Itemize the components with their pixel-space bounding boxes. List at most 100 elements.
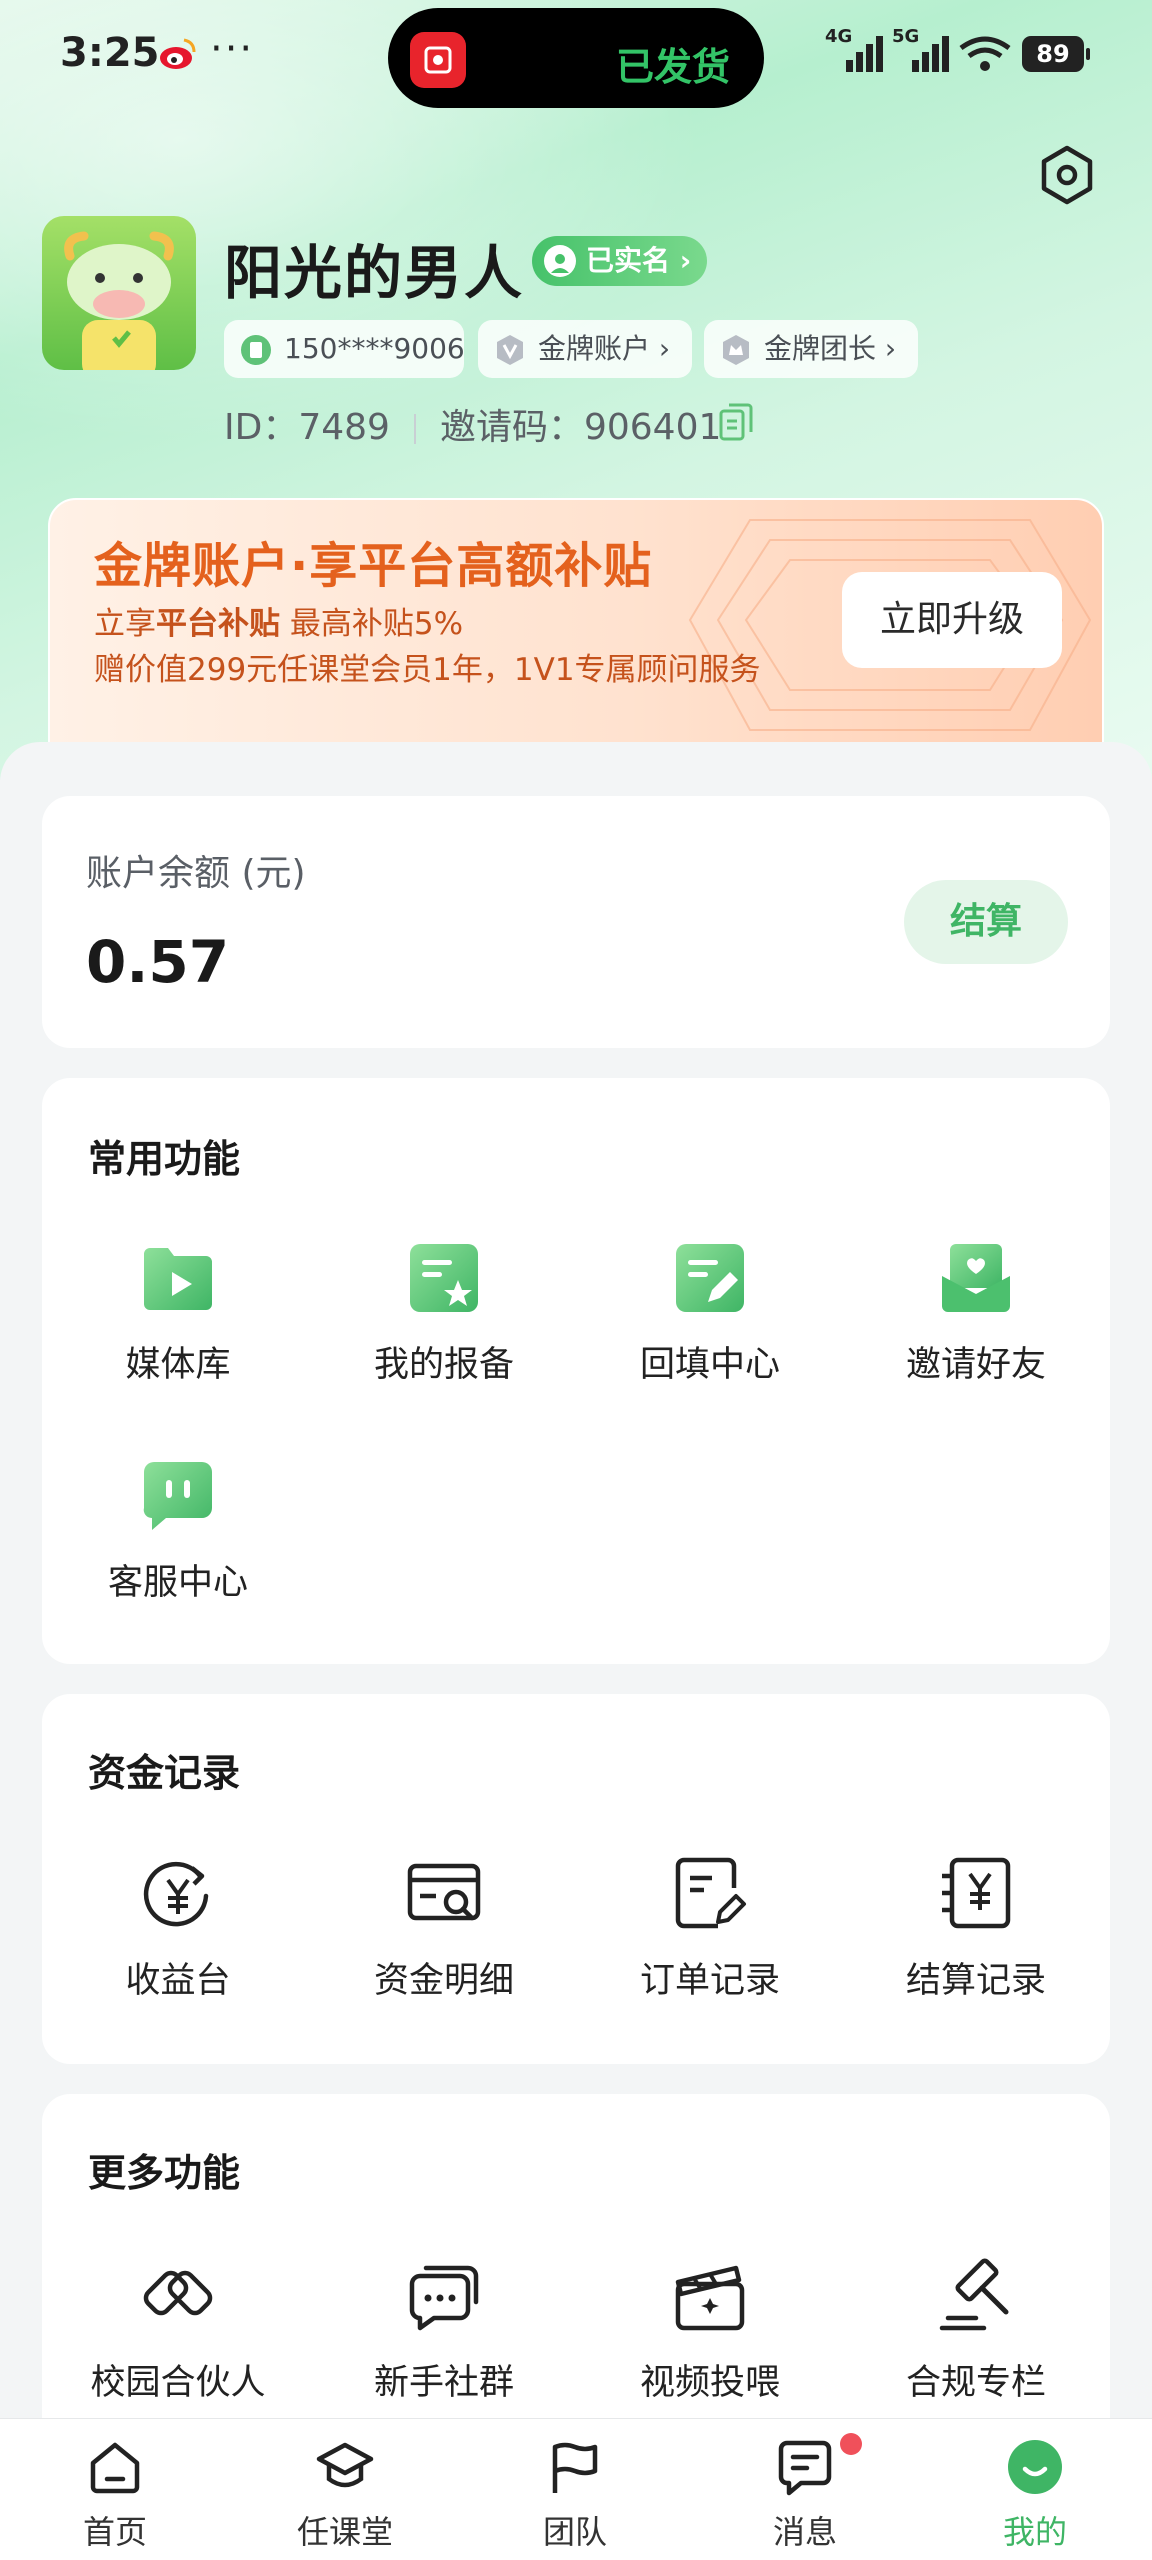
- shop-app-icon: [410, 32, 466, 88]
- tile-label: 收益台: [125, 1961, 231, 2001]
- media-folder-icon: [144, 1248, 212, 1310]
- report-star-icon: [410, 1244, 478, 1312]
- crown-icon: [723, 335, 749, 365]
- home-icon: [90, 2442, 140, 2494]
- balance-card: 账户余额 (元) 0.57 结算: [42, 796, 1110, 1048]
- section-title: 资金记录: [88, 1751, 241, 1795]
- v-shield-icon: [497, 335, 523, 365]
- section-title: 常用功能: [88, 1137, 241, 1181]
- chevron-right-icon: ›: [650, 332, 671, 365]
- tile-label: 客服中心: [107, 1563, 248, 1603]
- island-status-text: 已发货: [615, 45, 730, 89]
- nav-mine[interactable]: 我的: [920, 2419, 1150, 2560]
- user-nickname: 阳光的男人: [224, 239, 525, 307]
- tile-settlement-records[interactable]: 结算记录: [856, 1856, 1096, 2026]
- phone-chip: 150****9006: [224, 320, 465, 378]
- copy-icon[interactable]: [718, 402, 754, 442]
- tile-label: 我的报备: [373, 1345, 514, 1385]
- tile-order-records[interactable]: 订单记录: [590, 1856, 830, 2026]
- tile-campus-partner[interactable]: 校园合伙人: [58, 2258, 298, 2428]
- tile-label: 媒体库: [125, 1345, 231, 1385]
- flag-icon: [552, 2442, 598, 2493]
- promo-subtitle: 立享平台补贴 最高补贴5%: [94, 598, 463, 643]
- tile-label: 新手社群: [373, 2363, 514, 2403]
- tile-label: 合规专栏: [905, 2363, 1046, 2403]
- id-invite-line: ID：7489 邀请码：906401: [224, 398, 721, 450]
- tile-label: 邀请好友: [905, 1345, 1046, 1385]
- user-id: ID：7489: [224, 407, 390, 448]
- chevron-right-icon: ›: [670, 244, 692, 277]
- nav-label: 团队: [542, 2513, 607, 2551]
- graduation-cap-icon: [316, 2442, 374, 2488]
- tile-customer-service[interactable]: 客服中心: [58, 1458, 298, 1628]
- promo-sub-suffix: 最高补贴5%: [280, 606, 464, 642]
- tile-invite-friends[interactable]: 邀请好友: [856, 1240, 1096, 1410]
- avatar[interactable]: [42, 216, 196, 370]
- status-bar: 3:25 ··· 已发货 4G 5G 89: [0, 0, 1152, 110]
- section-title: 更多功能: [88, 2151, 241, 2195]
- verified-label: 已实名: [586, 244, 671, 277]
- promo-sub-bold: 平台补贴: [156, 606, 280, 642]
- battery-indicator: 89: [1022, 36, 1090, 72]
- chevron-right-icon: ›: [876, 332, 897, 365]
- phone-number: 150****9006: [284, 332, 465, 365]
- nav-messages[interactable]: 消息: [690, 2419, 920, 2560]
- tile-video-feed[interactable]: 视频投喂: [590, 2258, 830, 2428]
- tile-newbie-community[interactable]: 新手社群: [324, 2258, 564, 2428]
- yuan-refresh-icon: [143, 1861, 209, 1927]
- nav-label: 首页: [82, 2513, 147, 2551]
- order-edit-icon: [675, 1857, 746, 1929]
- edit-document-icon: [676, 1244, 744, 1312]
- nav-home[interactable]: 首页: [0, 2419, 230, 2560]
- tile-label: 结算记录: [905, 1961, 1046, 2001]
- weibo-icon: [160, 38, 196, 69]
- upgrade-button[interactable]: 立即升级: [842, 572, 1062, 668]
- gold-account-promo-banner[interactable]: 金牌账户·享平台高额补贴 立享平台补贴 最高补贴5% 赠价值299元任课堂会员1…: [48, 498, 1104, 762]
- tile-earnings[interactable]: 收益台: [58, 1856, 298, 2026]
- signal-icon: [846, 36, 883, 72]
- tile-backfill-center[interactable]: 回填中心: [590, 1240, 830, 1410]
- fund-records-card: 资金记录 收益台 资金明细 订单记录 结算记录: [42, 1694, 1110, 2064]
- wifi-icon: [959, 36, 1011, 71]
- phone-icon: [241, 335, 271, 365]
- nav-classroom[interactable]: 任课堂: [230, 2419, 460, 2560]
- tile-label: 回填中心: [639, 1345, 780, 1385]
- gold-leader-chip[interactable]: 金牌团长 ›: [704, 320, 918, 378]
- tile-media-library[interactable]: 媒体库: [58, 1240, 298, 1410]
- promo-title: 金牌账户·享平台高额补贴: [94, 538, 653, 594]
- settle-button[interactable]: 结算: [904, 880, 1068, 964]
- cow-mascot-icon: [64, 231, 174, 370]
- tile-label: 资金明细: [373, 1961, 514, 2001]
- promo-description: 赠价值299元任课堂会员1年，1V1专属顾问服务: [94, 652, 761, 688]
- tile-my-reports[interactable]: 我的报备: [324, 1240, 564, 1410]
- bottom-navigation: 首页 任课堂 团队 消息 我的: [0, 2418, 1152, 2560]
- handshake-icon: [143, 2270, 213, 2316]
- smile-profile-icon: [1008, 2440, 1062, 2494]
- tile-fund-details[interactable]: 资金明细: [324, 1856, 564, 2026]
- tile-compliance-column[interactable]: 合规专栏: [856, 2258, 1096, 2428]
- tile-label: 校园合伙人: [90, 2363, 266, 2403]
- nav-team[interactable]: 团队: [460, 2419, 690, 2560]
- nav-label: 任课堂: [296, 2513, 393, 2551]
- chat-bubble-icon: [143, 1462, 212, 1530]
- group-chat-icon: [409, 2265, 479, 2331]
- dynamic-island[interactable]: 已发货: [388, 8, 764, 108]
- nav-label: 消息: [772, 2513, 837, 2551]
- tile-label: 订单记录: [639, 1961, 780, 2001]
- signal-icon: [912, 36, 949, 72]
- battery-level: 89: [1036, 40, 1070, 68]
- unread-badge: [840, 2433, 862, 2455]
- promo-sub-prefix: 立享: [94, 606, 156, 642]
- balance-label: 账户余额 (元): [86, 853, 306, 894]
- status-time: 3:25: [60, 30, 160, 76]
- gold-account-chip[interactable]: 金牌账户 ›: [478, 320, 692, 378]
- card-search-icon: [407, 1863, 481, 1921]
- gavel-icon: [939, 2258, 1009, 2331]
- common-functions-card: 常用功能 媒体库 我的报备 回填中心 邀请好友 客服中心: [42, 1078, 1110, 1664]
- balance-value: 0.57: [86, 928, 230, 996]
- gold-account-label: 金牌账户: [538, 332, 651, 365]
- divider: [413, 414, 416, 444]
- verified-badge[interactable]: 已实名 ›: [532, 236, 708, 286]
- settings-icon[interactable]: [1036, 144, 1098, 206]
- clapperboard-icon: [675, 2265, 745, 2331]
